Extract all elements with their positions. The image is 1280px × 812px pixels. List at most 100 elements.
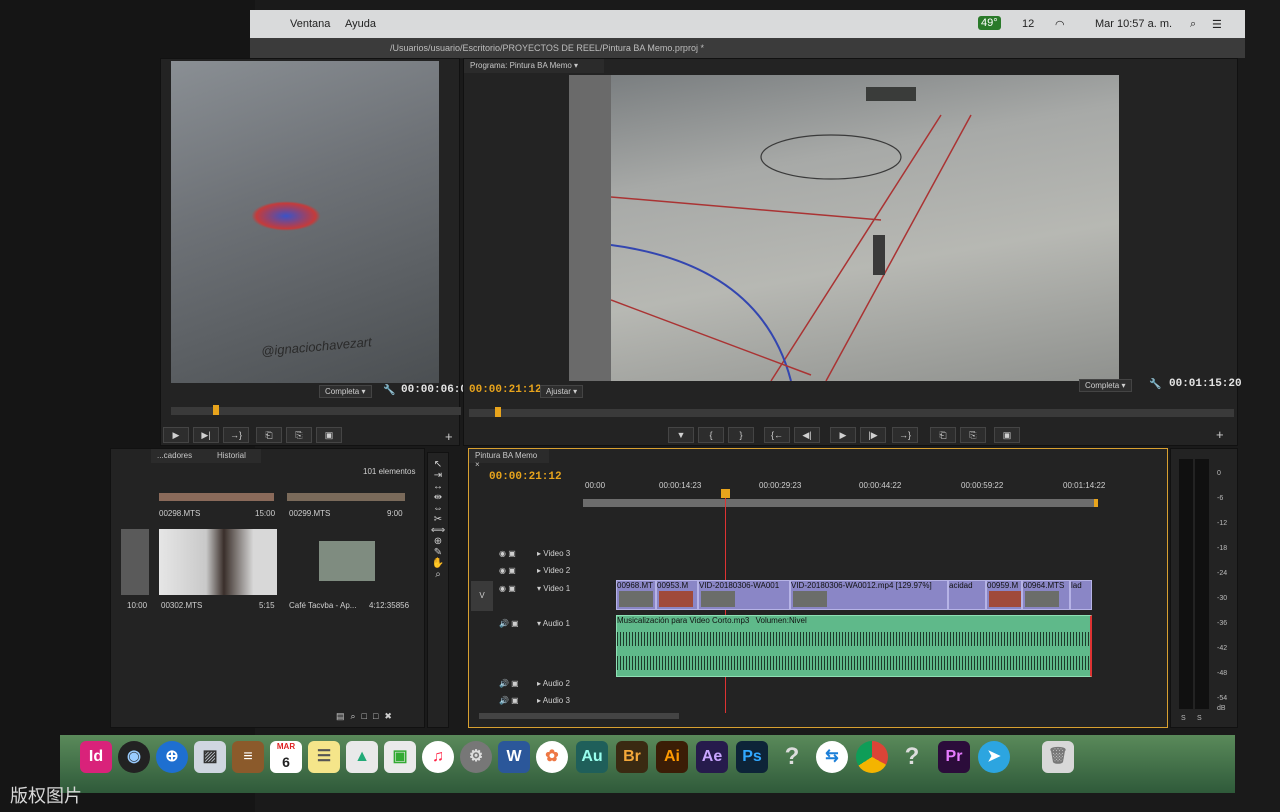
- source-overwrite-button[interactable]: ⎘: [286, 427, 312, 443]
- source-export-frame-button[interactable]: ▣: [316, 427, 342, 443]
- safari-icon[interactable]: ⊕: [156, 741, 188, 773]
- thumb-00298[interactable]: [159, 493, 274, 501]
- track-video3[interactable]: ▸ Video 3: [537, 549, 570, 558]
- maps-icon[interactable]: ▲: [346, 741, 378, 773]
- track-audio2[interactable]: ▸ Audio 2: [537, 679, 570, 688]
- video-clip[interactable]: 00964.MTS: [1022, 580, 1070, 610]
- source-goto-out-button[interactable]: →}: [223, 427, 249, 443]
- extract-button[interactable]: ⎘: [960, 427, 986, 443]
- speaker-icon[interactable]: 🔊 ▣: [499, 679, 519, 688]
- menu-ventana[interactable]: Ventana: [290, 18, 330, 30]
- mark-out-button[interactable]: }: [728, 427, 754, 443]
- menu-ayuda[interactable]: Ayuda: [345, 18, 376, 30]
- program-playhead[interactable]: [495, 407, 501, 417]
- program-add-button-icon[interactable]: +: [1216, 427, 1224, 442]
- track-select-tool-icon[interactable]: ⇥: [428, 470, 448, 481]
- tab-historial[interactable]: Historial: [211, 449, 261, 463]
- playhead-handle[interactable]: [721, 489, 730, 498]
- program-fit-dropdown[interactable]: Ajustar ▾: [540, 385, 584, 398]
- audition-icon[interactable]: Au: [576, 741, 608, 773]
- photos-icon[interactable]: ✿: [536, 741, 568, 773]
- notes-icon[interactable]: ☰: [308, 741, 340, 773]
- source-insert-button[interactable]: ⎗: [256, 427, 282, 443]
- after-effects-icon[interactable]: Ae: [696, 741, 728, 773]
- tab-marcadores[interactable]: ...cadores: [151, 449, 211, 463]
- program-wrench-icon[interactable]: 🔧: [1149, 379, 1161, 390]
- solo-right-button[interactable]: S: [1197, 715, 1202, 722]
- work-area-bar[interactable]: [583, 499, 1098, 507]
- ripple-edit-tool-icon[interactable]: ↔: [428, 481, 448, 492]
- thumb-00302[interactable]: [159, 529, 277, 595]
- notebook-icon[interactable]: ≡: [232, 741, 264, 773]
- hand-tool-icon[interactable]: ✋: [428, 558, 448, 569]
- siri-icon[interactable]: ◉: [118, 741, 150, 773]
- unknown-app-icon[interactable]: ?: [776, 741, 808, 773]
- premiere-icon[interactable]: Pr: [938, 741, 970, 773]
- track-audio3[interactable]: ▸ Audio 3: [537, 696, 570, 705]
- spotlight-search-icon[interactable]: ⌕: [1190, 18, 1196, 31]
- step-forward-button[interactable]: |▶: [860, 427, 886, 443]
- source-add-button-icon[interactable]: +: [445, 429, 453, 444]
- facetime-icon[interactable]: ▣: [384, 741, 416, 773]
- video-clip[interactable]: acidad: [948, 580, 986, 610]
- program-scrubber[interactable]: [469, 407, 1234, 417]
- source-scrubber[interactable]: [171, 405, 461, 415]
- system-preferences-icon[interactable]: ⚙: [460, 741, 492, 773]
- timeline-scrollbar[interactable]: [479, 713, 679, 719]
- word-icon[interactable]: W: [498, 741, 530, 773]
- thumb-partial[interactable]: [121, 529, 149, 595]
- video-clip[interactable]: 00968.MT: [616, 580, 656, 610]
- video-clip[interactable]: 00953.M: [656, 580, 698, 610]
- thumb-00299[interactable]: [287, 493, 405, 501]
- speaker-icon[interactable]: 🔊 ▣: [499, 619, 519, 628]
- notification-center-icon[interactable]: ☰: [1212, 18, 1222, 31]
- razor-tool-icon[interactable]: ✂: [428, 514, 448, 525]
- video-clip[interactable]: lad: [1070, 580, 1092, 610]
- menubar-clock[interactable]: Mar 10:57 a. m.: [1095, 18, 1172, 30]
- wrench-icon[interactable]: 🔧: [383, 385, 395, 396]
- mark-in-button[interactable]: {: [698, 427, 724, 443]
- track-audio1[interactable]: ▾ Audio 1: [537, 619, 570, 628]
- zoom-tool-icon[interactable]: ⌕: [428, 569, 448, 580]
- play-button[interactable]: ▶: [830, 427, 856, 443]
- wifi-icon[interactable]: ◠: [1055, 18, 1065, 31]
- program-tab[interactable]: Programa: Pintura BA Memo ▾: [464, 59, 604, 73]
- rolling-edit-tool-icon[interactable]: ⇹: [428, 492, 448, 503]
- video-clip[interactable]: 00959.M: [986, 580, 1022, 610]
- source-step-forward-button[interactable]: ▶|: [193, 427, 219, 443]
- eye-icon[interactable]: ◉ ▣: [499, 549, 516, 558]
- program-current-time[interactable]: 00:00:21:12: [469, 384, 542, 396]
- v1-target-toggle[interactable]: V: [471, 581, 493, 611]
- trash-icon[interactable]: 🗑: [1042, 741, 1074, 773]
- unknown-app-icon[interactable]: ?: [896, 741, 928, 773]
- battery-status[interactable]: 12: [1022, 18, 1034, 30]
- itunes-icon[interactable]: ♫: [422, 741, 454, 773]
- program-zoom-dropdown[interactable]: Completa ▾: [1079, 379, 1132, 392]
- video-clip[interactable]: VID-20180306-WA0012.mp4 [129.97%]: [790, 580, 948, 610]
- indesign-icon[interactable]: Id: [80, 741, 112, 773]
- illustrator-icon[interactable]: Ai: [656, 741, 688, 773]
- goto-out-button[interactable]: →}: [892, 427, 918, 443]
- chrome-icon[interactable]: [856, 741, 888, 773]
- bridge-icon[interactable]: Br: [616, 741, 648, 773]
- lift-button[interactable]: ⎗: [930, 427, 956, 443]
- selection-tool-icon[interactable]: ↖: [428, 459, 448, 470]
- source-playhead[interactable]: [213, 405, 219, 415]
- eye-icon[interactable]: ◉ ▣: [499, 584, 516, 593]
- export-frame-button[interactable]: ▣: [994, 427, 1020, 443]
- goto-in-button[interactable]: {←: [764, 427, 790, 443]
- audio-effect-label[interactable]: Volumen:Nivel: [756, 616, 807, 625]
- program-duration[interactable]: 00:01:15:20: [1169, 378, 1242, 390]
- project-footer-icons[interactable]: ▤⌕□□✖: [336, 711, 398, 722]
- source-zoom-dropdown[interactable]: Completa ▾: [319, 385, 372, 398]
- video-clip[interactable]: VID-20180306-WA001: [698, 580, 790, 610]
- slide-tool-icon[interactable]: ⊕: [428, 536, 448, 547]
- audio-clip[interactable]: Musicalización para Video Corto.mp3 Volu…: [616, 615, 1092, 677]
- telegram-icon[interactable]: ➤: [978, 741, 1010, 773]
- calendar-icon[interactable]: MAR 6: [270, 741, 302, 773]
- timeline-tab[interactable]: Pintura BA Memo ×: [469, 449, 549, 469]
- solo-left-button[interactable]: S: [1181, 715, 1186, 722]
- timeline-current-time[interactable]: 00:00:21:12: [489, 471, 562, 483]
- speaker-icon[interactable]: 🔊 ▣: [499, 696, 519, 705]
- track-video2[interactable]: ▸ Video 2: [537, 566, 570, 575]
